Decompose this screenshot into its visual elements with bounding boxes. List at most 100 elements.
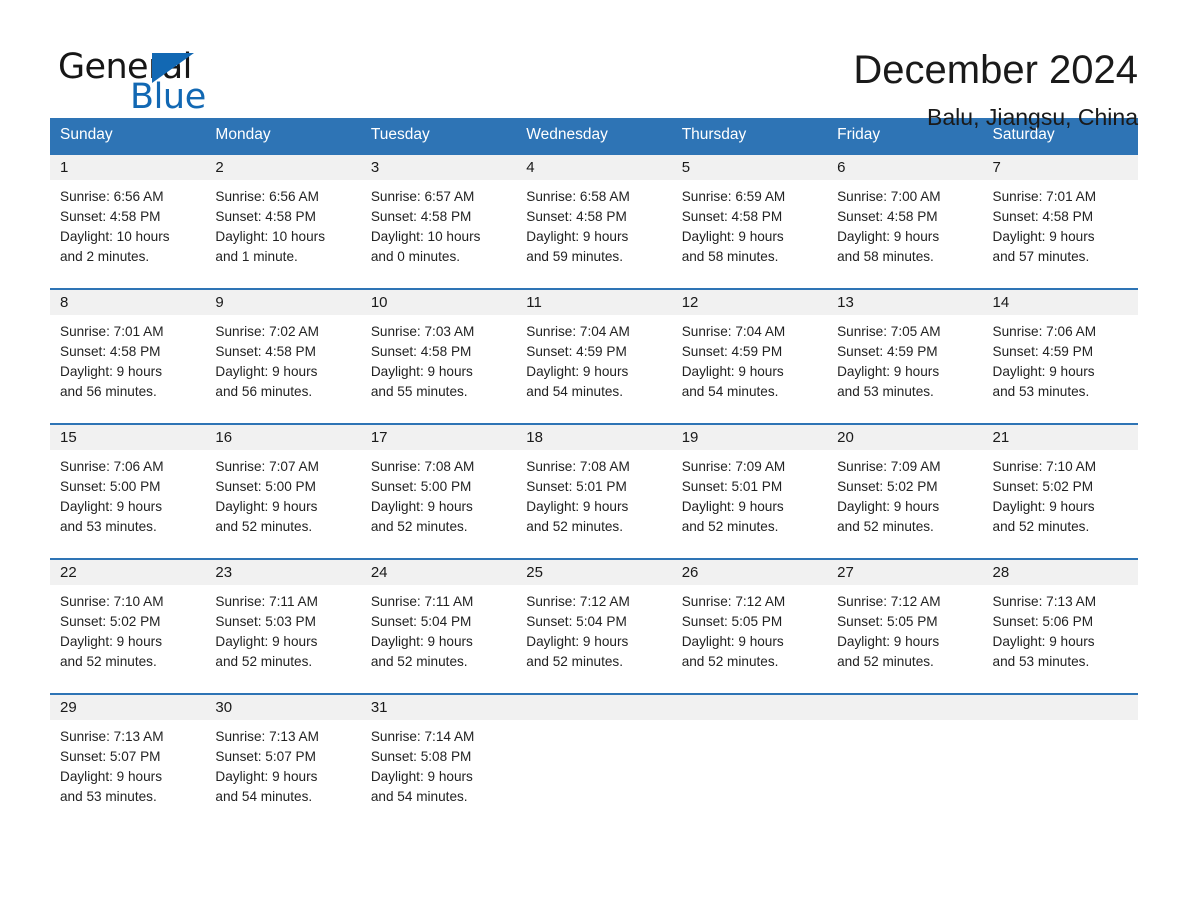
day-details: Sunrise: 7:11 AM Sunset: 5:04 PM Dayligh… [361, 585, 516, 672]
sunrise-text: Sunrise: 7:03 AM [370, 324, 475, 339]
day-cell[interactable]: 14 Sunrise: 7:06 AM Sunset: 4:59 PM Dayl… [982, 290, 1138, 423]
sunrise-text: Sunrise: 7:09 AM [837, 459, 941, 474]
day-details: Sunrise: 7:14 AM Sunset: 5:08 PM Dayligh… [361, 720, 516, 807]
day-number: 6 [827, 155, 983, 180]
day-cell[interactable]: 4 Sunrise: 6:58 AM Sunset: 4:58 PM Dayli… [516, 155, 672, 288]
daylight-text-line1: Daylight: 9 hours [681, 229, 784, 244]
weekday-header-sunday: Sunday [60, 126, 113, 143]
daylight-text-line1: Daylight: 9 hours [681, 634, 784, 649]
day-cell[interactable]: 11 Sunrise: 7:04 AM Sunset: 4:59 PM Dayl… [516, 290, 672, 423]
sunset-text: Sunset: 4:58 PM [681, 209, 783, 224]
sunset-text: Sunset: 4:58 PM [370, 209, 472, 224]
sunrise-text: Sunrise: 7:11 AM [215, 594, 318, 609]
daylight-text-line1: Daylight: 9 hours [681, 364, 784, 379]
sunset-text: Sunset: 5:00 PM [60, 479, 161, 494]
day-number: 19 [671, 425, 828, 450]
generalblue-logo[interactable]: General Blue [50, 44, 250, 116]
day-cell[interactable]: 1 Sunrise: 6:56 AM Sunset: 4:58 PM Dayli… [50, 155, 206, 288]
daylight-text-line1: Daylight: 9 hours [992, 229, 1095, 244]
week-row: 22 Sunrise: 7:10 AM Sunset: 5:02 PM Dayl… [50, 558, 1138, 693]
sunset-text: Sunset: 5:02 PM [992, 479, 1094, 494]
daylight-text-line2: and 52 minutes. [215, 654, 313, 669]
week-row: 8 Sunrise: 7:01 AM Sunset: 4:58 PM Dayli… [50, 288, 1138, 423]
daylight-text-line1: Daylight: 9 hours [837, 364, 940, 379]
sunrise-text: Sunrise: 7:13 AM [215, 729, 319, 744]
sunrise-text: Sunrise: 7:11 AM [370, 594, 474, 609]
day-cell[interactable]: 12 Sunrise: 7:04 AM Sunset: 4:59 PM Dayl… [671, 290, 828, 423]
daylight-text-line2: and 54 minutes. [215, 789, 313, 804]
day-number: 31 [360, 695, 517, 720]
day-details: Sunrise: 7:12 AM Sunset: 5:05 PM Dayligh… [827, 585, 982, 672]
day-cell[interactable]: 15 Sunrise: 7:06 AM Sunset: 5:00 PM Dayl… [50, 425, 206, 558]
day-cell[interactable]: 30 Sunrise: 7:13 AM Sunset: 5:07 PM Dayl… [205, 695, 361, 815]
day-cell[interactable]: 31 Sunrise: 7:14 AM Sunset: 5:08 PM Dayl… [360, 695, 517, 815]
day-number: 30 [205, 695, 361, 720]
daylight-text-line1: Daylight: 9 hours [215, 634, 318, 649]
day-cell[interactable]: 17 Sunrise: 7:08 AM Sunset: 5:00 PM Dayl… [360, 425, 517, 558]
day-details: Sunrise: 7:05 AM Sunset: 4:59 PM Dayligh… [827, 315, 982, 402]
daylight-text-line2: and 54 minutes. [526, 384, 623, 399]
day-cell[interactable]: 6 Sunrise: 7:00 AM Sunset: 4:58 PM Dayli… [827, 155, 983, 288]
daylight-text-line2: and 1 minute. [215, 249, 298, 264]
calendar-page: General Blue December 2024 Balu, Jiangsu… [0, 0, 1188, 918]
sunrise-text: Sunrise: 7:14 AM [370, 729, 475, 744]
day-cell[interactable]: 9 Sunrise: 7:02 AM Sunset: 4:58 PM Dayli… [205, 290, 361, 423]
day-cell[interactable]: 28 Sunrise: 7:13 AM Sunset: 5:06 PM Dayl… [982, 560, 1138, 693]
daylight-text-line1: Daylight: 9 hours [215, 364, 318, 379]
day-cell[interactable]: 16 Sunrise: 7:07 AM Sunset: 5:00 PM Dayl… [205, 425, 361, 558]
day-details: Sunrise: 7:06 AM Sunset: 4:59 PM Dayligh… [983, 315, 1138, 402]
day-number: 15 [50, 425, 206, 450]
daylight-text-line1: Daylight: 10 hours [60, 229, 170, 244]
sunset-text: Sunset: 4:59 PM [526, 344, 627, 359]
daylight-text-line2: and 58 minutes. [681, 249, 779, 264]
sunrise-text: Sunrise: 7:02 AM [215, 324, 319, 339]
day-number: 5 [671, 155, 828, 180]
day-number: 18 [516, 425, 672, 450]
day-cell[interactable]: 22 Sunrise: 7:10 AM Sunset: 5:02 PM Dayl… [50, 560, 206, 693]
day-details: Sunrise: 6:56 AM Sunset: 4:58 PM Dayligh… [50, 180, 205, 267]
day-number: 8 [50, 290, 206, 315]
day-cell[interactable]: 7 Sunrise: 7:01 AM Sunset: 4:58 PM Dayli… [982, 155, 1138, 288]
day-cell[interactable]: 5 Sunrise: 6:59 AM Sunset: 4:58 PM Dayli… [671, 155, 828, 288]
day-cell[interactable]: 10 Sunrise: 7:03 AM Sunset: 4:58 PM Dayl… [360, 290, 517, 423]
day-cell[interactable]: 26 Sunrise: 7:12 AM Sunset: 5:05 PM Dayl… [671, 560, 828, 693]
sunset-text: Sunset: 5:06 PM [992, 614, 1094, 629]
sunrise-text: Sunrise: 7:12 AM [837, 594, 941, 609]
day-cell[interactable]: 29 Sunrise: 7:13 AM Sunset: 5:07 PM Dayl… [50, 695, 206, 815]
day-cell[interactable]: 18 Sunrise: 7:08 AM Sunset: 5:01 PM Dayl… [516, 425, 672, 558]
day-details: Sunrise: 6:58 AM Sunset: 4:58 PM Dayligh… [516, 180, 671, 267]
day-number: 9 [205, 290, 361, 315]
weekday-header-tuesday: Tuesday [370, 126, 430, 143]
day-cell[interactable]: 20 Sunrise: 7:09 AM Sunset: 5:02 PM Dayl… [827, 425, 983, 558]
day-cell[interactable]: 2 Sunrise: 6:56 AM Sunset: 4:58 PM Dayli… [205, 155, 361, 288]
day-number: 22 [50, 560, 206, 585]
sunset-text: Sunset: 5:03 PM [215, 614, 316, 629]
day-cell[interactable]: 25 Sunrise: 7:12 AM Sunset: 5:04 PM Dayl… [516, 560, 672, 693]
day-details: Sunrise: 7:08 AM Sunset: 5:01 PM Dayligh… [516, 450, 671, 537]
daylight-text-line1: Daylight: 9 hours [992, 364, 1095, 379]
daylight-text-line2: and 52 minutes. [215, 519, 313, 534]
sunrise-text: Sunrise: 7:10 AM [992, 459, 1097, 474]
day-number [827, 695, 983, 720]
sunrise-text: Sunrise: 7:07 AM [215, 459, 319, 474]
sunset-text: Sunset: 4:58 PM [60, 209, 161, 224]
day-details: Sunrise: 7:12 AM Sunset: 5:05 PM Dayligh… [672, 585, 827, 672]
day-cell[interactable]: 23 Sunrise: 7:11 AM Sunset: 5:03 PM Dayl… [205, 560, 361, 693]
day-number: 23 [205, 560, 361, 585]
daylight-text-line2: and 54 minutes. [370, 789, 468, 804]
daylight-text-line2: and 59 minutes. [526, 249, 623, 264]
day-cell[interactable]: 3 Sunrise: 6:57 AM Sunset: 4:58 PM Dayli… [360, 155, 517, 288]
sunset-text: Sunset: 5:05 PM [837, 614, 938, 629]
sunrise-text: Sunrise: 7:04 AM [526, 324, 630, 339]
day-cell[interactable]: 21 Sunrise: 7:10 AM Sunset: 5:02 PM Dayl… [982, 425, 1138, 558]
day-details: Sunrise: 7:10 AM Sunset: 5:02 PM Dayligh… [50, 585, 205, 672]
day-cell[interactable]: 13 Sunrise: 7:05 AM Sunset: 4:59 PM Dayl… [827, 290, 983, 423]
daylight-text-line2: and 58 minutes. [837, 249, 934, 264]
day-cell[interactable]: 8 Sunrise: 7:01 AM Sunset: 4:58 PM Dayli… [50, 290, 206, 423]
day-number: 17 [360, 425, 517, 450]
day-cell[interactable]: 19 Sunrise: 7:09 AM Sunset: 5:01 PM Dayl… [671, 425, 828, 558]
day-cell[interactable]: 24 Sunrise: 7:11 AM Sunset: 5:04 PM Dayl… [360, 560, 517, 693]
daylight-text-line1: Daylight: 9 hours [526, 229, 629, 244]
day-cell[interactable]: 27 Sunrise: 7:12 AM Sunset: 5:05 PM Dayl… [827, 560, 983, 693]
daylight-text-line1: Daylight: 9 hours [837, 229, 940, 244]
